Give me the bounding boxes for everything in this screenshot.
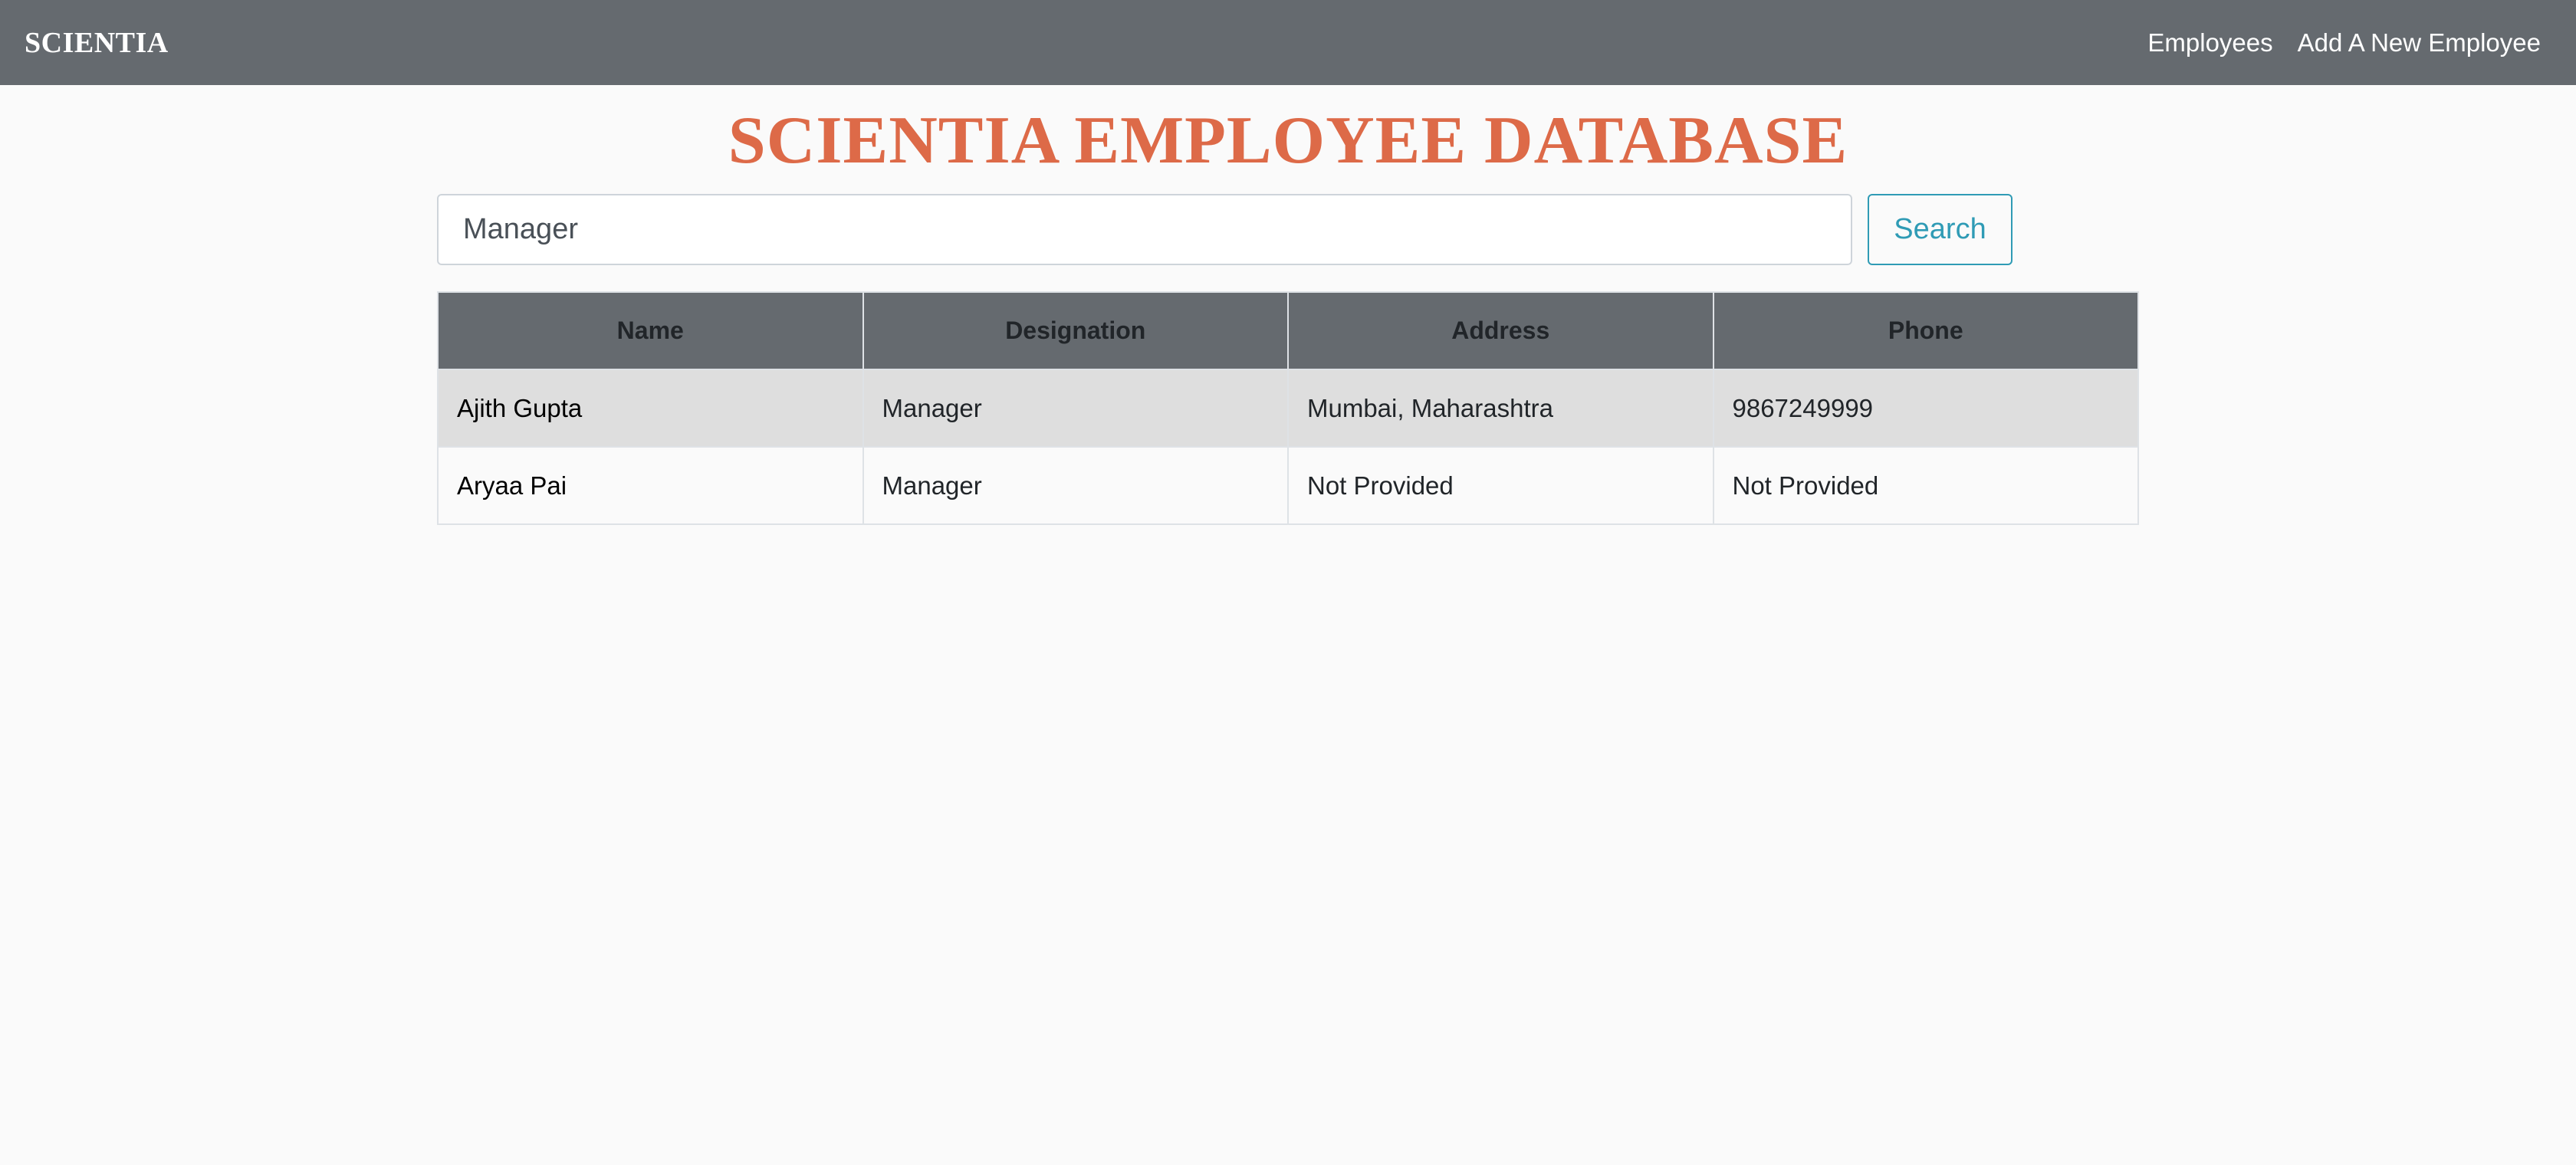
table-row[interactable]: Aryaa Pai Manager Not Provided Not Provi… (437, 446, 2139, 525)
cell-address: Mumbai, Maharashtra (1287, 369, 1714, 448)
cell-address: Not Provided (1287, 446, 1714, 525)
brand-link[interactable]: SCIENTIA (25, 26, 169, 60)
column-header-phone: Phone (1712, 291, 2139, 370)
nav-link-employees[interactable]: Employees (2147, 28, 2272, 57)
cell-designation: Manager (862, 369, 1289, 448)
column-header-name: Name (437, 291, 864, 370)
cell-phone: 9867249999 (1712, 369, 2139, 448)
employee-table: Name Designation Address Phone Ajith Gup… (437, 291, 2139, 525)
cell-name: Ajith Gupta (437, 369, 864, 448)
cell-name: Aryaa Pai (437, 446, 864, 525)
cell-phone: Not Provided (1712, 446, 2139, 525)
nav-link-add-employee[interactable]: Add A New Employee (2298, 28, 2541, 57)
column-header-address: Address (1287, 291, 1714, 370)
cell-designation: Manager (862, 446, 1289, 525)
page-title: SCIENTIA EMPLOYEE DATABASE (728, 103, 1848, 178)
search-input[interactable] (437, 194, 1852, 265)
table-header-row: Name Designation Address Phone (437, 291, 2139, 370)
table-row[interactable]: Ajith Gupta Manager Mumbai, Maharashtra … (437, 369, 2139, 448)
nav-links: Employees Add A New Employee (2147, 28, 2551, 57)
column-header-designation: Designation (862, 291, 1289, 370)
navbar: SCIENTIA Employees Add A New Employee (0, 0, 2576, 85)
search-button[interactable]: Search (1868, 194, 2013, 265)
